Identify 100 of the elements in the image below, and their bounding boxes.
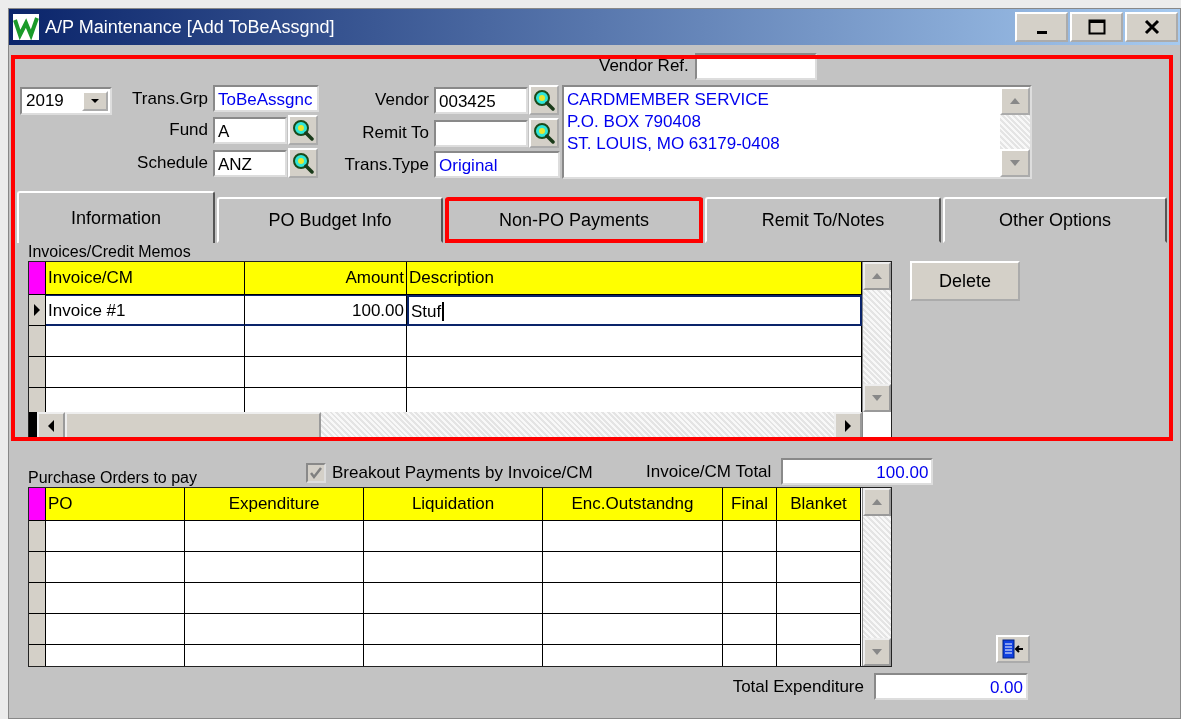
field-label: Schedule [136, 153, 208, 173]
table-cell[interactable] [407, 357, 862, 388]
table-cell[interactable] [46, 357, 245, 388]
address-line: ST. LOUIS, MO 63179-0408 [567, 133, 781, 155]
app-logo-icon [13, 14, 39, 40]
column-header: Liquidation [364, 488, 543, 521]
input-field[interactable]: 003425 [434, 86, 528, 114]
address-box[interactable]: CARDMEMBER SERVICE P.O. BOX 790408 ST. LOUIS, MO 63179-0408 [562, 85, 1032, 179]
search-icon [533, 89, 555, 111]
scroll-down-button[interactable] [863, 638, 891, 666]
dropdown-value: 2019 [26, 91, 64, 111]
caret-icon [90, 98, 100, 104]
scroll-up-button[interactable] [863, 262, 891, 290]
tab[interactable]: Information [17, 191, 215, 243]
tab[interactable]: PO Budget Info [217, 197, 443, 243]
check-icon [309, 466, 323, 480]
row-header[interactable] [29, 552, 46, 583]
row-header[interactable] [29, 614, 46, 645]
table-cell[interactable] [46, 614, 185, 645]
maximize-button[interactable] [1070, 12, 1123, 42]
lookup-button[interactable] [288, 148, 318, 178]
row-header[interactable] [29, 357, 46, 388]
year-dropdown[interactable]: 2019 [20, 87, 112, 115]
table-cell[interactable] [543, 552, 723, 583]
table-cell[interactable] [777, 552, 861, 583]
table-cell[interactable] [185, 583, 364, 614]
grid-corner [29, 262, 46, 295]
table-cell[interactable] [46, 583, 185, 614]
row-header[interactable] [29, 388, 46, 412]
vertical-scrollbar[interactable] [862, 262, 891, 412]
field-label: Vendor [374, 90, 429, 110]
table-cell[interactable] [185, 521, 364, 552]
field-label: Total Expenditure [732, 676, 864, 697]
column-header: PO [46, 488, 185, 521]
table-cell[interactable] [723, 521, 777, 552]
row-header[interactable] [29, 583, 46, 614]
table-cell[interactable]: Invoice #1 [46, 295, 245, 326]
scroll-up-button[interactable] [863, 488, 891, 516]
table-cell[interactable] [185, 552, 364, 583]
table-cell[interactable] [46, 521, 185, 552]
vertical-scrollbar[interactable] [862, 488, 891, 666]
input-field[interactable] [434, 119, 528, 147]
table-cell[interactable] [364, 614, 543, 645]
column-header: Final [723, 488, 777, 521]
address-line: P.O. BOX 790408 [567, 111, 702, 133]
input-field[interactable]: Original [434, 151, 560, 178]
row-header[interactable] [29, 521, 46, 552]
tab[interactable]: Other Options [943, 197, 1167, 243]
list-arrow-icon [1001, 639, 1025, 659]
delete-button[interactable]: Delete [910, 261, 1020, 301]
table-cell[interactable]: Stuf [407, 295, 862, 326]
column-header: Invoice/CM [46, 262, 245, 295]
field-label: Fund [168, 120, 208, 140]
field-label: Remit To [361, 123, 429, 143]
lookup-button[interactable] [288, 115, 318, 145]
row-header[interactable] [29, 295, 46, 326]
table-cell[interactable] [364, 521, 543, 552]
table-cell[interactable] [777, 614, 861, 645]
table-cell[interactable] [723, 614, 777, 645]
table-cell[interactable] [777, 521, 861, 552]
lookup-button[interactable] [529, 85, 559, 115]
table-cell[interactable] [245, 357, 407, 388]
search-icon [292, 152, 314, 174]
field-label: Trans.Grp [131, 88, 208, 109]
table-cell[interactable] [723, 552, 777, 583]
table-cell[interactable] [364, 552, 543, 583]
scroll-right-button[interactable] [834, 412, 862, 440]
close-button[interactable] [1125, 12, 1178, 42]
table-cell[interactable] [364, 583, 543, 614]
table-cell[interactable] [543, 614, 723, 645]
minimize-icon [1036, 30, 1047, 34]
tab[interactable]: Remit To/Notes [705, 197, 941, 243]
search-icon [292, 119, 314, 141]
maximize-icon [1087, 19, 1106, 35]
table-cell[interactable]: 100.00 [245, 295, 407, 326]
table-cell[interactable] [543, 583, 723, 614]
lookup-button[interactable] [529, 118, 559, 148]
scroll-left-button[interactable] [37, 412, 65, 440]
table-cell[interactable] [723, 583, 777, 614]
section-label: Purchase Orders to pay [28, 469, 198, 487]
checkbox-label: Breakout Payments by Invoice/CM [332, 463, 593, 483]
table-cell[interactable] [46, 552, 185, 583]
table-cell[interactable] [185, 614, 364, 645]
address-line: CARDMEMBER SERVICE [567, 89, 770, 111]
column-header: Enc.Outstandng [543, 488, 723, 521]
table-cell[interactable] [543, 521, 723, 552]
table-cell[interactable] [245, 326, 407, 357]
section-label: Invoices/Credit Memos [28, 243, 192, 261]
input-field[interactable]: ANZ [213, 149, 287, 177]
input-field[interactable]: ToBeAssgnc [213, 85, 319, 112]
input-field[interactable]: A [213, 116, 287, 144]
toolbar-button[interactable] [996, 635, 1030, 663]
input-field[interactable]: 100.00 [781, 458, 934, 485]
input-field[interactable]: 0.00 [874, 673, 1028, 700]
table-cell[interactable] [407, 326, 862, 357]
horizontal-scrollbar[interactable] [29, 412, 862, 440]
table-cell[interactable] [46, 326, 245, 357]
table-cell[interactable] [777, 583, 861, 614]
tab[interactable]: Non-PO Payments [445, 197, 703, 243]
row-header[interactable] [29, 326, 46, 357]
